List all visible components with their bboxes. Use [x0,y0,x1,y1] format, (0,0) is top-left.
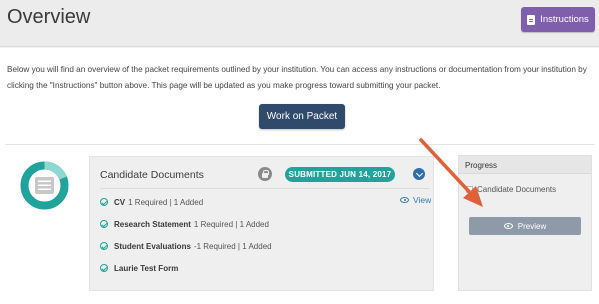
list-item: Research Statement 1 Required | 1 Added [100,217,269,231]
progress-item: Candidate Documents [466,185,556,194]
item-name: Student Evaluations [114,241,191,251]
item-name: CV [114,197,126,207]
intro-text: Below you will find an overview of the p… [7,65,587,90]
status-badge: SUBMITTED JUN 14, 2017 [285,167,395,182]
preview-button[interactable]: Preview [469,217,581,235]
item-meta: -1 Required | 1 Added [193,241,272,251]
eye-icon [400,197,409,203]
view-link-label: View [413,195,432,205]
check-circle-icon [100,264,108,272]
instructions-button-label: Instructions [540,14,589,25]
divider [5,144,595,145]
candidate-documents-panel: Candidate Documents SUBMITTED JUN 14, 20… [89,156,434,291]
eye-icon [503,223,513,229]
main-content: Below you will find an overview of the p… [0,48,599,304]
progress-title: Progress [459,156,591,174]
progress-panel: Progress Candidate Documents Preview [458,155,592,291]
item-meta: 1 Required | 1 Added [128,197,204,207]
list-item: Laurie Test Form [100,261,181,275]
instructions-button[interactable]: Instructions [521,7,595,32]
chevron-down-icon[interactable] [413,168,425,180]
work-on-packet-button[interactable]: Work on Packet [259,104,345,129]
item-name: Laurie Test Form [114,263,179,273]
view-link[interactable]: View [400,195,431,205]
document-icon [527,14,536,25]
progress-item-label: Candidate Documents [477,185,557,194]
list-item: Student Evaluations -1 Required | 1 Adde… [100,239,272,253]
preview-button-label: Preview [517,221,547,231]
page-header: Overview Instructions [0,0,599,47]
list-item: CV 1 Required | 1 Added [100,195,203,209]
check-circle-icon [100,198,108,206]
check-circle-icon [100,242,108,250]
item-meta: 1 Required | 1 Added [193,219,269,229]
progress-donut-icon [20,161,69,210]
page-title: Overview [7,6,91,28]
checkbox-icon [466,186,473,193]
lock-icon [258,167,272,181]
item-name: Research Statement [114,219,191,229]
section-title: Candidate Documents [100,169,204,181]
check-circle-icon [100,220,108,228]
divider [100,188,430,189]
